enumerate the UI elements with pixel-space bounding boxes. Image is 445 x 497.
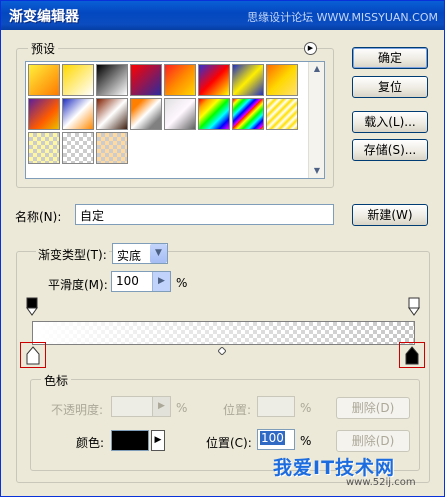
smoothness-label: 平滑度(M):	[48, 278, 108, 292]
preset-swatch[interactable]	[28, 64, 60, 96]
preset-swatch[interactable]	[28, 98, 60, 130]
bottom-watermark: 我爱IT技术网	[273, 457, 396, 479]
preset-swatch[interactable]	[198, 64, 230, 96]
smoothness-unit: %	[176, 276, 188, 290]
gradient-preview-bar[interactable]	[32, 321, 415, 345]
opacity-stop-right-icon[interactable]	[408, 297, 420, 317]
preset-swatch[interactable]	[96, 64, 128, 96]
color-stop-left-icon[interactable]	[26, 346, 40, 366]
position-top-unit: %	[300, 401, 312, 415]
preset-swatch[interactable]	[266, 98, 298, 130]
color-swatch[interactable]	[111, 430, 149, 451]
preset-swatch[interactable]	[198, 98, 230, 130]
chevron-down-icon[interactable]: ▼	[150, 244, 167, 263]
preset-swatch[interactable]	[130, 64, 162, 96]
color-stops-label: 色标	[41, 372, 72, 389]
bottom-watermark-url: www.52ij.com	[346, 477, 416, 488]
preset-swatch[interactable]	[130, 98, 162, 130]
gradient-editor-window: 渐变编辑器 思缘设计论坛 WWW.MISSYUAN.COM 预设 ▶ ▲ ▼ 确…	[0, 0, 445, 497]
reset-button[interactable]: 复位	[352, 76, 428, 98]
color-label: 颜色:	[76, 436, 105, 450]
preset-swatch[interactable]	[164, 98, 196, 130]
preset-swatch[interactable]	[266, 64, 298, 96]
preset-swatch[interactable]	[62, 98, 94, 130]
position-top-label: 位置:	[223, 403, 252, 417]
preset-swatch[interactable]	[96, 132, 128, 164]
position-top-input[interactable]	[257, 396, 295, 417]
window-title: 渐变编辑器	[9, 9, 79, 25]
preset-swatch[interactable]	[28, 132, 60, 164]
scroll-up-icon[interactable]: ▲	[309, 62, 325, 76]
color-stop-right-icon[interactable]	[405, 346, 419, 366]
presets-scrollbar[interactable]: ▲ ▼	[308, 62, 324, 178]
position-input[interactable]: 100	[257, 429, 295, 450]
top-watermark: 思缘设计论坛 WWW.MISSYUAN.COM	[247, 11, 438, 24]
presets-grid: ▲ ▼	[25, 61, 325, 179]
preset-swatch[interactable]	[62, 64, 94, 96]
name-label: 名称(N):	[15, 210, 62, 224]
title-bar[interactable]: 渐变编辑器 思缘设计论坛 WWW.MISSYUAN.COM	[1, 1, 444, 30]
smoothness-value: 100	[116, 274, 139, 288]
presets-label: 预设	[28, 40, 59, 57]
delete-opacity-stop-button[interactable]: 删除(D)	[336, 397, 410, 419]
smoothness-input[interactable]: 100 ▶	[111, 271, 171, 292]
opacity-stop-left-icon[interactable]	[26, 297, 38, 317]
save-button[interactable]: 存储(S)...	[352, 139, 428, 161]
gradient-type-label: 渐变类型(T):	[36, 246, 109, 263]
opacity-slider-arrow-icon[interactable]: ▶	[152, 397, 170, 416]
opacity-unit: %	[176, 401, 188, 415]
position-value: 100	[260, 431, 285, 445]
opacity-label: 不透明度:	[51, 403, 104, 417]
gradient-type-select[interactable]: 实底 ▼	[112, 243, 168, 264]
delete-color-stop-button[interactable]: 删除(D)	[336, 430, 410, 452]
name-input[interactable]: 自定	[75, 204, 334, 225]
load-button[interactable]: 载入(L)...	[352, 111, 428, 133]
preset-swatch[interactable]	[232, 98, 264, 130]
preset-swatch[interactable]	[164, 64, 196, 96]
ok-button[interactable]: 确定	[352, 47, 428, 69]
smoothness-slider-arrow-icon[interactable]: ▶	[152, 272, 170, 291]
opacity-input[interactable]: ▶	[111, 396, 171, 417]
preset-swatch[interactable]	[232, 64, 264, 96]
gradient-type-value: 实底	[117, 249, 142, 263]
color-menu-arrow-icon[interactable]: ▶	[151, 430, 165, 451]
midpoint-diamond-icon[interactable]	[218, 347, 226, 355]
circle-arrow-icon[interactable]: ▶	[304, 42, 317, 55]
new-button[interactable]: 新建(W)	[352, 204, 428, 226]
scroll-down-icon[interactable]: ▼	[309, 164, 325, 178]
position-label: 位置(C):	[206, 436, 252, 450]
position-unit: %	[300, 434, 312, 448]
preset-swatch[interactable]	[62, 132, 94, 164]
preset-swatch[interactable]	[96, 98, 128, 130]
